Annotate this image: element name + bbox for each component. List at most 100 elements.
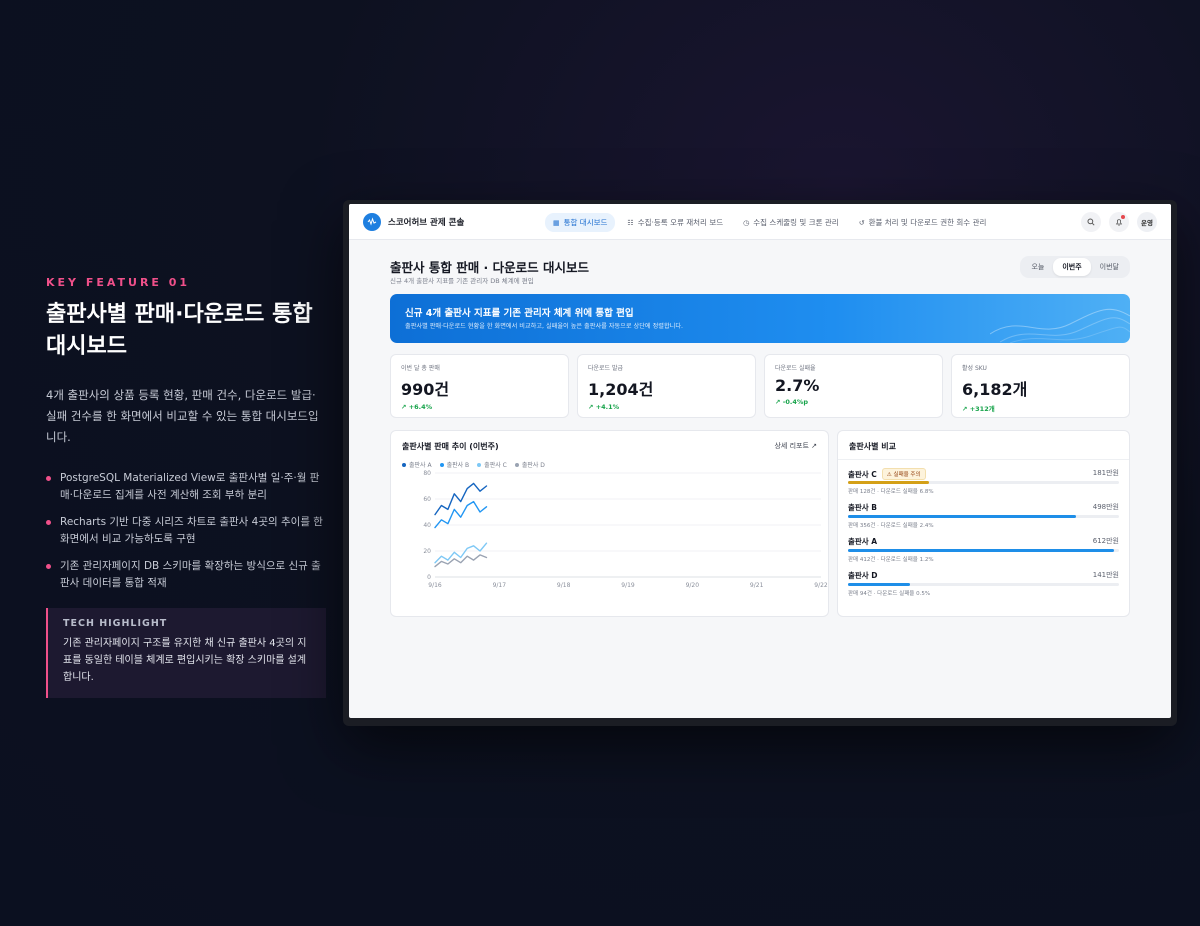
- compare-row-b[interactable]: 출판사 B 498만원 판매 356건 · 다운로드 실패율 2.4%: [848, 501, 1119, 535]
- logo-icon[interactable]: [363, 212, 381, 231]
- legend-item[interactable]: 출판사 B: [439, 460, 470, 469]
- tech-highlight: TECH HIGHLIGHT 기존 관리자페이지 구조를 유지한 채 신규 출판…: [46, 608, 326, 698]
- kpi-value: 1,204건: [588, 380, 654, 399]
- nav-item-dashboard[interactable]: ▦ 통합 대시보드: [545, 213, 616, 232]
- kpi-label: 다운로드 실패율: [775, 365, 816, 372]
- y-tick-label: 40: [423, 522, 431, 529]
- device-frame: 스코어허브 관제 콘솔 ▦ 통합 대시보드 ☷ 수집·등록 오류 재처리 보드 …: [343, 200, 1177, 726]
- app-screen: 스코어허브 관제 콘솔 ▦ 통합 대시보드 ☷ 수집·등록 오류 재처리 보드 …: [349, 204, 1171, 718]
- kpi-label: 다운로드 발급: [588, 365, 624, 372]
- period-toggle: 오늘 이번주 이번달: [1020, 256, 1130, 278]
- legend-dot: [477, 462, 482, 467]
- kpi-delta: ↗ +312개: [962, 405, 995, 413]
- sales-trend-card: 출판사별 판매 추이 (이번주) 상세 리포트 ↗ 출판사 A 출판사 B 출판…: [390, 430, 829, 617]
- legend-label: 출판사 B: [446, 462, 470, 469]
- compare-row-d[interactable]: 출판사 D 141만원 판매 94건 · 다운로드 실패율 0.5%: [848, 569, 1119, 603]
- nav-label: 수집 스케줄링 및 크론 관리: [753, 218, 839, 227]
- nav-label: 통합 대시보드: [563, 218, 608, 227]
- detail-report-link[interactable]: 상세 리포트 ↗: [774, 441, 817, 451]
- period-week[interactable]: 이번주: [1053, 258, 1091, 276]
- undo-icon: ↺: [858, 218, 865, 227]
- x-tick-label: 9/19: [621, 582, 635, 589]
- legend-item[interactable]: 출판사 D: [514, 460, 545, 469]
- topbar: 스코어허브 관제 콘솔 ▦ 통합 대시보드 ☷ 수집·등록 오류 재처리 보드 …: [349, 204, 1171, 240]
- kpi-label: 활성 SKU: [962, 365, 987, 372]
- top-actions: 운영: [1081, 212, 1157, 232]
- banner-wave-decoration: [990, 308, 1130, 343]
- feature-bullet: 기존 관리자페이지 DB 스키마를 확장하는 방식으로 신규 출판사 데이터를 …: [46, 558, 326, 592]
- search-icon: [1087, 218, 1095, 226]
- brand-name: 스코어허브 관제 콘솔: [388, 217, 465, 228]
- feature-copy: KEY FEATURE 01 출판사별 판매·다운로드 통합 대시보드 4개 출…: [46, 276, 326, 698]
- kpi-card-downloads[interactable]: 다운로드 발급 1,204건 ↗ +4.1%: [577, 354, 756, 418]
- publisher-name-text: 출판사 C: [848, 469, 877, 479]
- bar-track: [848, 515, 1119, 518]
- nav-item-refund[interactable]: ↺ 환불 처리 및 다운로드 권한 회수 관리: [851, 213, 995, 232]
- x-tick-label: 9/17: [493, 582, 507, 589]
- feature-headline: 출판사별 판매·다운로드 통합 대시보드: [46, 302, 313, 359]
- compare-title: 출판사별 비교: [849, 442, 896, 451]
- x-tick-label: 9/22: [814, 582, 828, 589]
- bar-fill: [848, 583, 911, 586]
- publisher-amount: 612만원: [1092, 537, 1119, 545]
- tech-highlight-title: TECH HIGHLIGHT: [63, 618, 168, 629]
- legend-dot: [439, 462, 444, 467]
- kpi-card-sku[interactable]: 활성 SKU 6,182개 ↗ +312개: [951, 354, 1130, 418]
- publisher-name: 출판사 A: [848, 537, 878, 546]
- publisher-name: 출판사 C ⚠ 실패율 주의: [848, 468, 926, 480]
- notification-button[interactable]: [1109, 212, 1129, 232]
- clock-icon: ◷: [743, 218, 750, 227]
- kpi-value: 990건: [401, 380, 450, 399]
- banner-subtitle: 출판사별 판매·다운로드 현황을 한 화면에서 비교하고, 실패율이 높은 출판…: [405, 323, 684, 330]
- chart-title: 출판사별 판매 추이 (이번주): [402, 442, 499, 451]
- feature-bullet: Recharts 기반 다중 시리즈 차트로 출판사 4곳의 추이를 한 화면에…: [46, 514, 326, 548]
- feature-bullets: PostgreSQL Materialized View로 출판사별 일·주·월…: [46, 470, 326, 592]
- y-tick-label: 80: [423, 470, 431, 477]
- series-line[interactable]: [434, 542, 488, 564]
- chart-legend: 출판사 A 출판사 B 출판사 C 출판사 D: [402, 460, 545, 469]
- legend-label: 출판사 D: [521, 462, 545, 469]
- x-tick-label: 9/18: [557, 582, 571, 589]
- feature-kicker: KEY FEATURE 01: [46, 276, 191, 289]
- kpi-card-sales[interactable]: 이번 달 총 판매 990건 ↗ +6.4%: [390, 354, 569, 418]
- nav-item-error-board[interactable]: ☷ 수집·등록 오류 재처리 보드: [619, 213, 731, 232]
- publisher-amount: 141만원: [1092, 571, 1119, 579]
- nav-item-scheduling[interactable]: ◷ 수집 스케줄링 및 크론 관리: [735, 213, 847, 232]
- legend-item[interactable]: 출판사 C: [477, 460, 507, 469]
- bar-fill: [848, 481, 930, 484]
- publisher-meta: 판매 356건 · 다운로드 실패율 2.4%: [848, 523, 934, 529]
- compare-row-c[interactable]: 출판사 C ⚠ 실패율 주의 181만원 판매 128건 · 다운로드 실패율 6…: [848, 467, 1119, 501]
- compare-row-a[interactable]: 출판사 A 612만원 판매 412건 · 다운로드 실패율 1.2%: [848, 535, 1119, 569]
- legend-dot: [514, 462, 519, 467]
- sales-trend-chart: 0 20 40 60 80 9/16 9/17 9/18 9/19 9/20 9/21 9/22: [423, 470, 828, 589]
- info-banner: 신규 4개 출판사 지표를 기존 관리자 체계 위에 통합 편입 출판사별 판매…: [390, 294, 1130, 343]
- avatar[interactable]: 운영: [1137, 212, 1157, 232]
- x-tick-label: 9/21: [750, 582, 764, 589]
- kpi-delta: ↗ +6.4%: [401, 403, 433, 411]
- publisher-compare-card: 출판사별 비교 출판사 C ⚠ 실패율 주의 181만원 판매 128건 · 다운…: [837, 430, 1130, 617]
- bar-track: [848, 583, 1119, 586]
- bell-icon: [1115, 219, 1123, 226]
- x-tick-label: 9/16: [428, 582, 442, 589]
- search-button[interactable]: [1081, 212, 1101, 232]
- legend-label: 출판사 A: [409, 462, 432, 469]
- publisher-meta: 판매 412건 · 다운로드 실패율 1.2%: [848, 557, 934, 563]
- legend-label: 출판사 C: [484, 462, 507, 469]
- period-month[interactable]: 이번달: [1091, 258, 1128, 276]
- banner-title: 신규 4개 출판사 지표를 기존 관리자 체계 위에 통합 편입: [405, 308, 634, 319]
- kpi-delta: ↗ +4.1%: [588, 403, 620, 411]
- kpi-card-fail-rate[interactable]: 다운로드 실패율 2.7% ↗ -0.4%p: [764, 354, 943, 418]
- kpi-value: 6,182개: [962, 380, 1028, 399]
- bar-fill: [848, 549, 1114, 552]
- period-today[interactable]: 오늘: [1022, 258, 1053, 276]
- main-nav: ▦ 통합 대시보드 ☷ 수집·등록 오류 재처리 보드 ◷ 수집 스케줄링 및 …: [545, 213, 994, 232]
- y-tick-label: 20: [423, 548, 431, 555]
- tech-highlight-body: 기존 관리자페이지 구조를 유지한 채 신규 출판사 4곳의 지표를 동일한 테…: [63, 638, 307, 683]
- kpi-row: 이번 달 총 판매 990건 ↗ +6.4% 다운로드 발급 1,204건 ↗ …: [390, 354, 1130, 418]
- bar-fill: [848, 515, 1076, 518]
- legend-item[interactable]: 출판사 A: [402, 460, 432, 469]
- divider: [838, 459, 1129, 460]
- compare-list: 출판사 C ⚠ 실패율 주의 181만원 판매 128건 · 다운로드 실패율 6…: [848, 467, 1119, 603]
- grid-icon: ▦: [553, 218, 560, 227]
- kpi-label: 이번 달 총 판매: [401, 365, 440, 372]
